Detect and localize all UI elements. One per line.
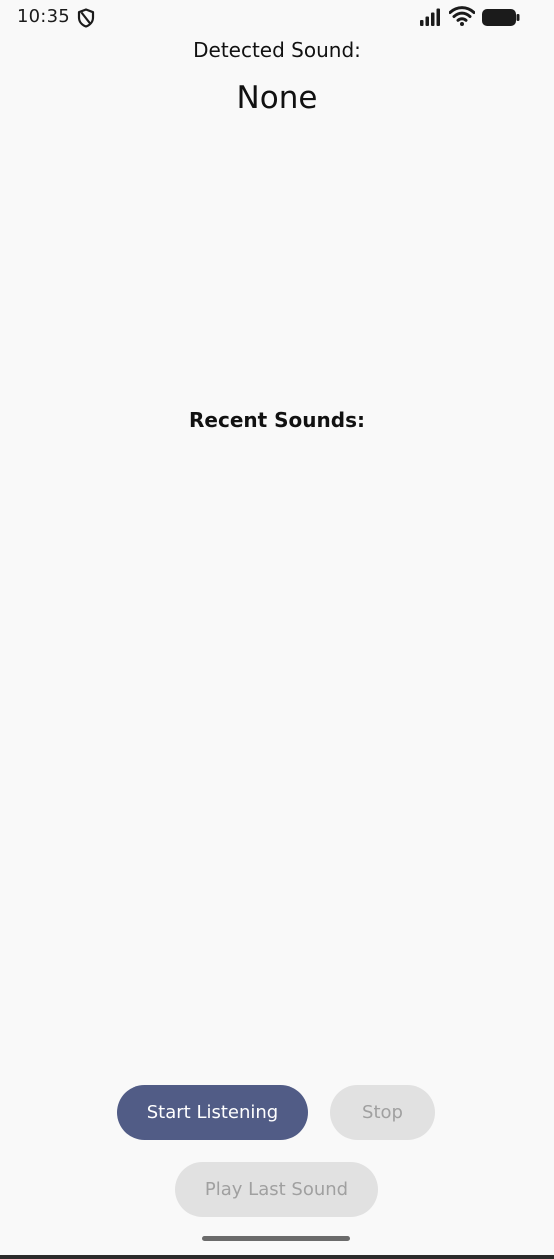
shield-icon	[77, 8, 95, 28]
start-listening-button[interactable]: Start Listening	[117, 1085, 308, 1140]
status-bar: 10:35	[0, 0, 554, 36]
recent-sounds-list	[20, 446, 534, 1046]
app-screen: 10:35 Detected Sound: None Recent Sounds…	[0, 0, 554, 1255]
home-indicator[interactable]	[202, 1236, 350, 1241]
status-time: 10:35	[17, 6, 70, 27]
battery-icon	[482, 9, 520, 26]
stop-button[interactable]: Stop	[330, 1085, 435, 1140]
wifi-icon	[449, 6, 475, 26]
detected-sound-label: Detected Sound:	[193, 38, 361, 62]
detected-sound-value: None	[236, 80, 318, 116]
recent-sounds-label: Recent Sounds:	[189, 408, 365, 432]
play-last-sound-button[interactable]: Play Last Sound	[175, 1162, 378, 1217]
cell-signal-icon	[420, 8, 440, 26]
